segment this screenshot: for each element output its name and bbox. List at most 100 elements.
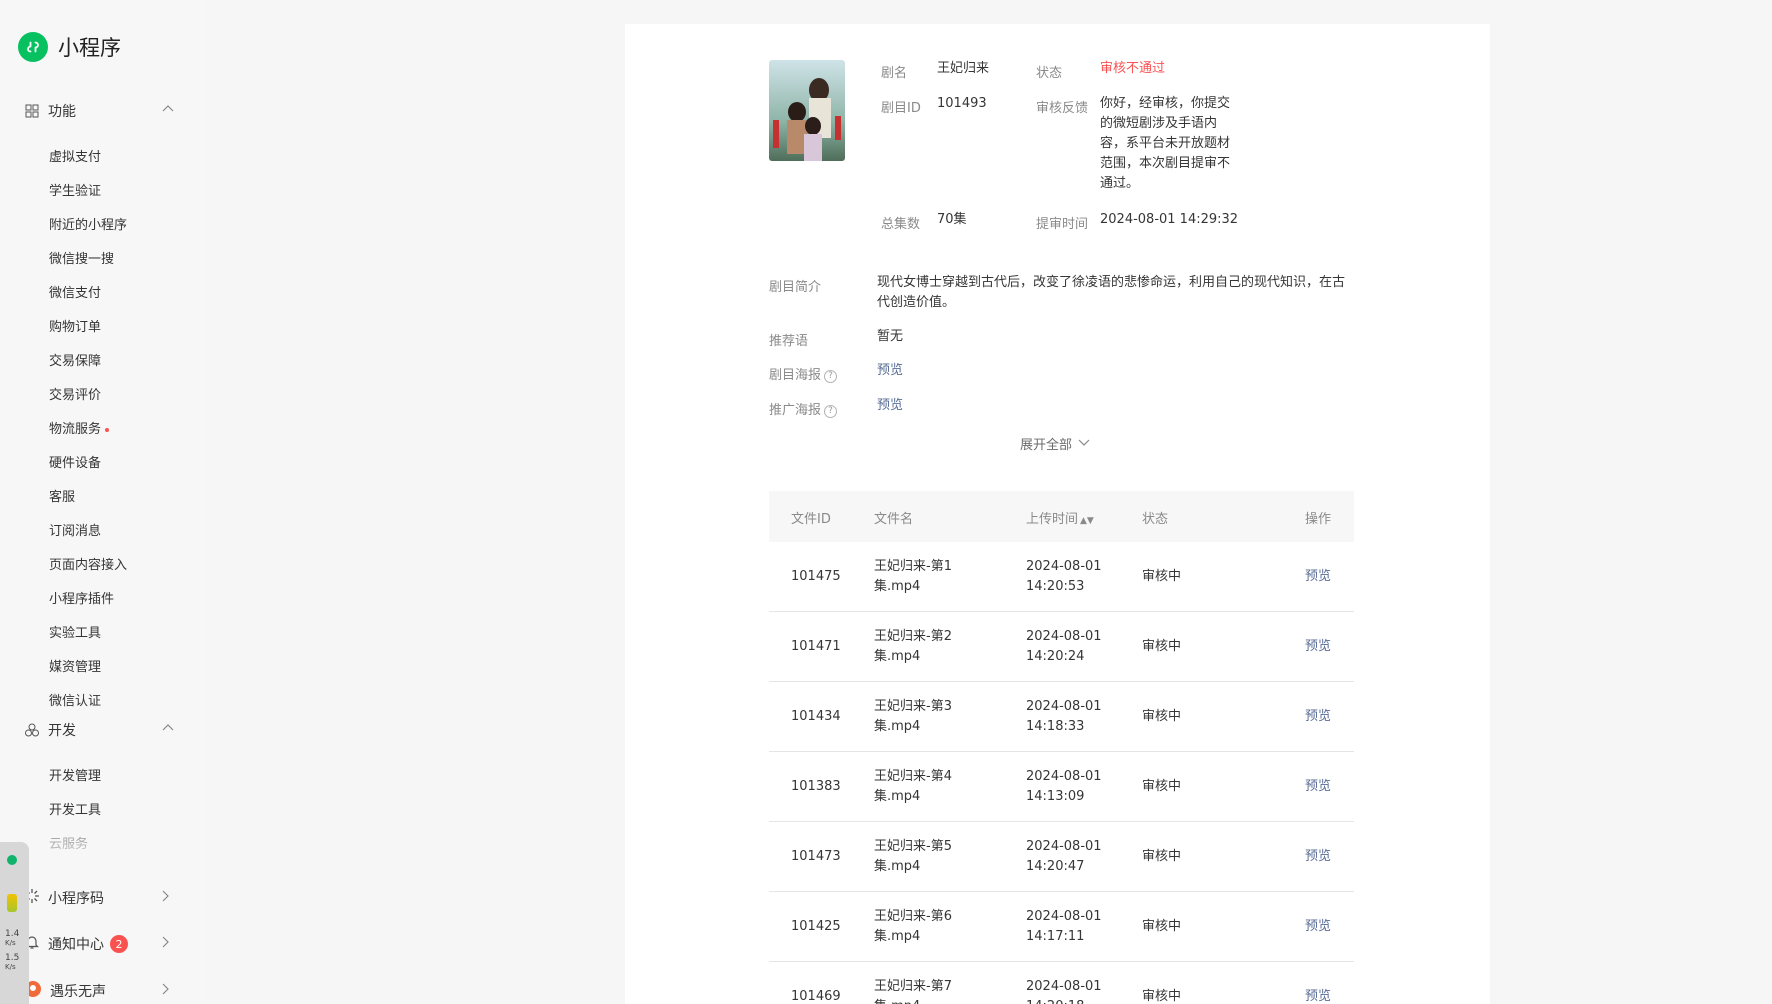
- promo-label-text: 推广海报: [769, 403, 822, 418]
- sidebar-item-notifications[interactable]: 通知中心 2: [24, 934, 170, 954]
- mini-program-logo-icon: [18, 32, 48, 62]
- network-speed-widget[interactable]: 1.4 K/s 1.5 K/s: [0, 842, 29, 1004]
- sidebar-item-account[interactable]: 遇乐无声: [24, 980, 170, 1002]
- sidebar-item[interactable]: 开发工具: [49, 799, 101, 818]
- sidebar-item[interactable]: 微信搜一搜: [49, 248, 114, 267]
- sidebar-item-label: 客服: [49, 490, 76, 505]
- sidebar-item-label: 通知中心: [48, 937, 104, 953]
- sidebar-item-label: 遇乐无声: [50, 984, 106, 1000]
- intro-value: 现代女博士穿越到古代后，改变了徐凌语的悲惨命运，利用自己的现代知识，在古代创造价…: [877, 275, 1346, 310]
- help-icon[interactable]: ?: [824, 404, 838, 418]
- status-value: 审核不通过: [1100, 61, 1166, 76]
- sidebar-item[interactable]: 页面内容接入: [49, 554, 127, 573]
- review-status: 审核中: [1142, 639, 1182, 654]
- file-name: 王妃归来-第4集.mp4: [874, 769, 952, 804]
- sidebar-item-label: 开发工具: [49, 803, 102, 818]
- submit-time-label: 提审时间: [1036, 217, 1089, 232]
- promo-preview-link[interactable]: 预览: [877, 396, 903, 416]
- sidebar-item[interactable]: 开发管理: [49, 765, 101, 784]
- chevron-up-icon: [162, 103, 174, 119]
- sidebar-item-label: 小程序码: [48, 891, 104, 907]
- col-status: 状态: [1142, 512, 1169, 527]
- table-row: 101471 王妃归来-第2集.mp4 2024-08-01 14:20:24 审核中…: [769, 612, 1354, 682]
- sidebar-item-label: 交易评价: [49, 388, 102, 403]
- preview-link[interactable]: 预览: [1305, 567, 1331, 587]
- preview-link[interactable]: 预览: [1305, 777, 1331, 797]
- table-row: 101473 王妃归来-第5集.mp4 2024-08-01 14:20:47 审核中…: [769, 822, 1354, 892]
- col-operation: 操作: [1305, 512, 1332, 527]
- nav-section-features[interactable]: 功能: [24, 101, 174, 121]
- col-upload-time[interactable]: 上传时间 ▲▼: [1026, 508, 1094, 527]
- sidebar-item[interactable]: 小程序插件: [49, 588, 114, 607]
- sidebar-item-label: 物流服务: [49, 422, 102, 437]
- review-status: 审核中: [1142, 919, 1182, 934]
- preview-link[interactable]: 预览: [1305, 917, 1331, 937]
- speed-up-unit: K/s: [5, 939, 16, 947]
- preview-link[interactable]: 预览: [1305, 987, 1331, 1004]
- file-name: 王妃归来-第7集.mp4: [874, 979, 952, 1004]
- recommend-value: 暂无: [877, 329, 904, 344]
- preview-link[interactable]: 预览: [1305, 637, 1331, 657]
- sidebar-item[interactable]: 微信认证: [49, 690, 101, 709]
- sidebar-item[interactable]: 学生验证: [49, 180, 101, 199]
- nav-section-label: 功能: [48, 104, 76, 120]
- review-status: 审核中: [1142, 709, 1182, 724]
- sidebar-item-label: 硬件设备: [49, 456, 102, 471]
- new-dot-icon: [105, 427, 110, 432]
- chevron-right-icon: [160, 890, 170, 906]
- sidebar-item-label: 购物订单: [49, 320, 102, 335]
- drama-poster-image[interactable]: [769, 60, 845, 161]
- upload-time: 2024-08-01 14:17:11: [1026, 909, 1102, 944]
- sidebar-item[interactable]: 微信支付: [49, 282, 101, 301]
- sidebar-item-label: 页面内容接入: [49, 558, 128, 573]
- nav-section-label: 开发: [48, 723, 76, 739]
- col-file-name: 文件名: [874, 512, 914, 527]
- dev-icon: [24, 722, 40, 738]
- chevron-right-icon: [160, 983, 170, 999]
- feedback-label: 审核反馈: [1036, 101, 1089, 116]
- sidebar-item[interactable]: 客服: [49, 486, 75, 505]
- file-id: 101475: [791, 569, 841, 584]
- app-logo[interactable]: 小程序: [18, 32, 121, 62]
- speed-down-unit: K/s: [5, 963, 16, 971]
- sidebar-item[interactable]: 虚拟支付: [49, 146, 101, 165]
- nav-section-dev[interactable]: 开发: [24, 720, 174, 740]
- sidebar-item[interactable]: 订阅消息: [49, 520, 101, 539]
- upload-time: 2024-08-01 14:20:53: [1026, 559, 1102, 594]
- sidebar-item-qrcode[interactable]: 小程序码: [24, 888, 170, 908]
- drama-name-label: 剧名: [881, 66, 908, 81]
- sidebar: 小程序 功能 虚拟支付学生验证附近的小程序微信搜一搜微信支付购物订单交易保障交易…: [0, 0, 205, 1004]
- level-bar-icon: [7, 894, 17, 912]
- recommend-label: 推荐语: [769, 334, 809, 349]
- sidebar-item[interactable]: 交易评价: [49, 384, 101, 403]
- col-upload-time-label: 上传时间: [1026, 512, 1079, 527]
- file-id: 101383: [791, 779, 841, 794]
- notification-badge: 2: [110, 935, 128, 953]
- table-header: 文件ID 文件名 上传时间 ▲▼ 状态 操作: [769, 491, 1354, 542]
- sidebar-item[interactable]: 实验工具: [49, 622, 101, 641]
- sidebar-item[interactable]: 购物订单: [49, 316, 101, 335]
- speed-down-value: 1.5: [5, 953, 20, 963]
- file-id: 101471: [791, 639, 841, 654]
- expand-all-label: 展开全部: [1020, 438, 1073, 453]
- poster-preview-link[interactable]: 预览: [877, 361, 903, 381]
- sidebar-item[interactable]: 交易保障: [49, 350, 101, 369]
- sidebar-item[interactable]: 媒资管理: [49, 656, 101, 675]
- sidebar-item-label: 微信认证: [49, 694, 102, 709]
- review-status: 审核中: [1142, 989, 1182, 1004]
- help-icon[interactable]: ?: [824, 369, 838, 383]
- sidebar-item-label: 微信支付: [49, 286, 102, 301]
- sidebar-item-label: 附近的小程序: [49, 218, 128, 233]
- sidebar-item-label: 学生验证: [49, 184, 102, 199]
- sort-icon: ▲▼: [1080, 516, 1094, 526]
- drama-id-label: 剧目ID: [881, 101, 921, 116]
- expand-all-button[interactable]: 展开全部: [1020, 434, 1090, 453]
- sidebar-item[interactable]: 附近的小程序: [49, 214, 127, 233]
- chevron-up-icon: [162, 722, 174, 738]
- preview-link[interactable]: 预览: [1305, 707, 1331, 727]
- preview-link[interactable]: 预览: [1305, 847, 1331, 867]
- sidebar-item[interactable]: 硬件设备: [49, 452, 101, 471]
- sidebar-item[interactable]: 物流服务: [49, 418, 110, 437]
- file-id: 101425: [791, 919, 841, 934]
- speed-up-value: 1.4: [5, 929, 20, 939]
